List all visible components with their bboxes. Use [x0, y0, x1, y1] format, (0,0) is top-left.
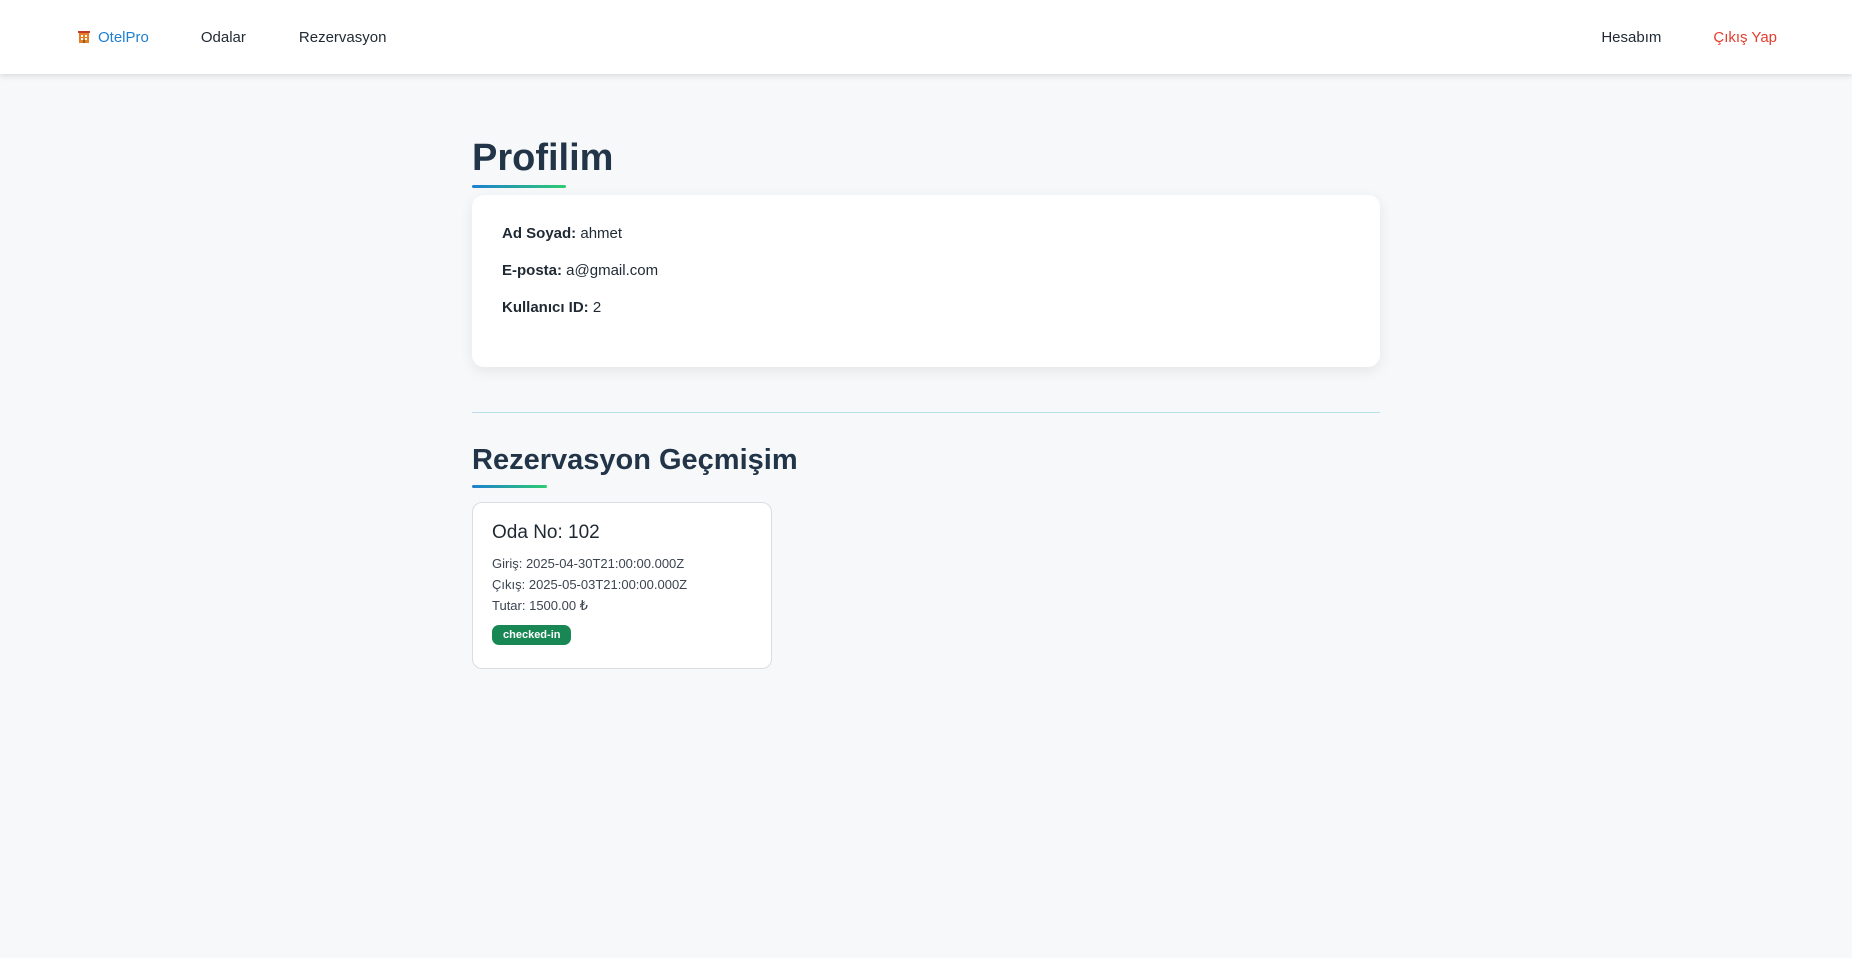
- brand-link[interactable]: OtelPro: [77, 29, 149, 46]
- top-navbar: OtelPro Odalar Rezervasyon Hesabım Çıkış…: [0, 0, 1852, 74]
- profile-id-row: Kullanıcı ID: 2: [502, 299, 1350, 336]
- name-label: Ad Soyad:: [502, 225, 577, 242]
- nav-link-rezervasyon[interactable]: Rezervasyon: [299, 29, 387, 46]
- profile-card: Ad Soyad: ahmet E-posta: a@gmail.com Kul…: [472, 195, 1380, 367]
- reservation-room: Oda No: 102: [492, 522, 600, 543]
- nav-right: Hesabım Çıkış Yap: [1601, 29, 1777, 46]
- nav-left: OtelPro Odalar Rezervasyon: [77, 29, 386, 46]
- user-id-value: 2: [592, 299, 602, 316]
- hotel-icon: [77, 30, 91, 44]
- reservation-checkout: Çıkış: 2025-05-03T21:00:00.000Z: [492, 577, 688, 592]
- user-id-label: Kullanıcı ID:: [502, 299, 589, 316]
- reservation-checkin: Giriş: 2025-04-30T21:00:00.000Z: [492, 556, 685, 571]
- nav-link-account[interactable]: Hesabım: [1601, 29, 1661, 46]
- nav-link-odalar[interactable]: Odalar: [201, 29, 246, 46]
- brand-label: OtelPro: [98, 28, 149, 46]
- profile-email-row: E-posta: a@gmail.com: [502, 262, 1350, 299]
- section-divider: [472, 412, 1380, 413]
- profile-name-row: Ad Soyad: ahmet: [502, 225, 1350, 262]
- logout-link[interactable]: Çıkış Yap: [1713, 29, 1777, 46]
- reservation-history-title: Rezervasyon Geçmişim: [472, 444, 798, 476]
- title-underline: [472, 185, 566, 188]
- reservation-card: Oda No: 102 Giriş: 2025-04-30T21:00:00.0…: [472, 502, 772, 669]
- reservation-amount: Tutar: 1500.00 ₺: [492, 598, 588, 613]
- status-badge: checked-in: [492, 625, 572, 645]
- section-underline: [472, 485, 547, 488]
- page-title: Profilim: [472, 137, 614, 179]
- email-label: E-posta:: [502, 262, 562, 279]
- email-value: a@gmail.com: [566, 262, 659, 279]
- name-value: ahmet: [580, 225, 623, 242]
